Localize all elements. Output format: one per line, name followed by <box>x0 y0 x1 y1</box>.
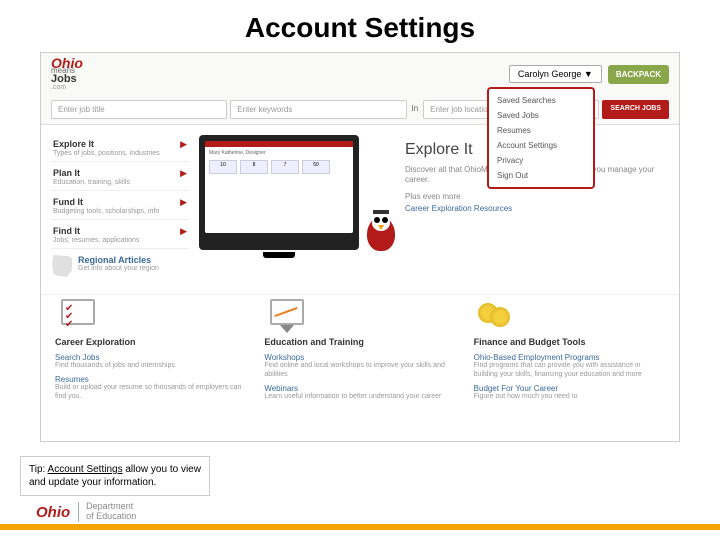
regional-sub: Get info about your region <box>78 265 159 272</box>
col-title: Career Exploration <box>55 337 246 347</box>
link-webinars[interactable]: Webinars <box>264 384 455 393</box>
user-area: Carolyn George ▼ BACKPACK Saved Searches… <box>509 65 669 84</box>
link-search-jobs[interactable]: Search Jobs <box>55 353 246 362</box>
chevron-right-icon: ▶ <box>180 197 187 208</box>
user-menu-button[interactable]: Carolyn George ▼ <box>509 65 602 83</box>
sidebar-title: Explore It <box>53 139 180 149</box>
keywords-input[interactable]: Enter keywords <box>230 100 406 119</box>
sidebar-find[interactable]: Find It Jobs, resumes, applications ▶ <box>51 222 189 249</box>
dropdown-saved-jobs[interactable]: Saved Jobs <box>489 108 593 123</box>
chevron-right-icon: ▶ <box>180 226 187 237</box>
sidebar: Explore It Types of jobs, positions, ind… <box>51 135 189 281</box>
sidebar-sub: Budgeting tools, scholarships, info <box>53 208 180 215</box>
dropdown-privacy[interactable]: Privacy <box>489 153 593 168</box>
presentation-chart-icon <box>264 297 312 333</box>
chevron-right-icon: ▶ <box>180 139 187 150</box>
col-sub: Find online and local workshops to impro… <box>264 362 455 380</box>
sidebar-sub: Types of jobs, positions, industries <box>53 150 180 157</box>
cardinal-mascot-icon <box>367 209 397 251</box>
monitor-graphic: Mary Katherine, Designer 108750 <box>199 135 359 250</box>
footer-dept2: of Education <box>86 512 136 522</box>
link-budget-career[interactable]: Budget For Your Career <box>474 384 665 393</box>
explore-link[interactable]: Career Exploration Resources <box>405 204 669 213</box>
link-workshops[interactable]: Workshops <box>264 353 455 362</box>
search-jobs-button[interactable]: SEARCH JOBS <box>602 100 669 119</box>
checklist-icon: ✔ ✔ ✔ <box>55 297 103 333</box>
dropdown-resumes[interactable]: Resumes <box>489 123 593 138</box>
info-columns: ✔ ✔ ✔ Career Exploration Search Jobs Fin… <box>41 294 679 403</box>
sidebar-sub: Jobs, resumes, applications <box>53 237 180 244</box>
topbar: Ohio means Jobs .com Carolyn George ▼ BA… <box>41 53 679 95</box>
link-resumes[interactable]: Resumes <box>55 375 246 384</box>
search-in-label: In <box>410 100 421 119</box>
user-dropdown: Saved Searches Saved Jobs Resumes Accoun… <box>487 87 595 189</box>
sidebar-regional[interactable]: Regional Articles Get info about your re… <box>51 251 189 281</box>
col-title: Finance and Budget Tools <box>474 337 665 347</box>
job-title-input[interactable]: Enter job title <box>51 100 227 119</box>
app-screenshot: Ohio means Jobs .com Carolyn George ▼ BA… <box>40 52 680 442</box>
site-logo[interactable]: Ohio means Jobs .com <box>51 58 83 91</box>
tip-prefix: Tip: <box>29 464 48 475</box>
col-sub: Learn useful information to better under… <box>264 393 455 402</box>
link-employment-programs[interactable]: Ohio-Based Employment Programs <box>474 353 665 362</box>
footer-ohio: Ohio <box>36 504 70 521</box>
logo-com: .com <box>51 85 83 91</box>
chevron-right-icon: ▶ <box>180 168 187 179</box>
col-finance: Finance and Budget Tools Ohio-Based Empl… <box>474 297 665 401</box>
dropdown-sign-out[interactable]: Sign Out <box>489 168 593 183</box>
col-sub: Figure out how much you need to <box>474 393 665 402</box>
dropdown-account-settings[interactable]: Account Settings <box>489 138 593 153</box>
explore-more: Plus even more <box>405 192 669 201</box>
tip-em: Account Settings <box>48 464 123 475</box>
coins-icon <box>474 297 522 333</box>
col-education: Education and Training Workshops Find on… <box>264 297 455 401</box>
col-sub: Find thousands of jobs and internships <box>55 362 246 371</box>
footer-dept: Department of Education <box>78 502 136 522</box>
col-title: Education and Training <box>264 337 455 347</box>
monitor-username: Mary Katherine, Designer <box>209 150 349 156</box>
col-sub: Build or upload your resume so thousands… <box>55 384 246 402</box>
col-career: ✔ ✔ ✔ Career Exploration Search Jobs Fin… <box>55 297 246 401</box>
ohio-map-icon <box>51 255 73 277</box>
sidebar-plan[interactable]: Plan It Education, training, skills ▶ <box>51 164 189 191</box>
dropdown-saved-searches[interactable]: Saved Searches <box>489 93 593 108</box>
backpack-button[interactable]: BACKPACK <box>608 65 669 84</box>
sidebar-sub: Education, training, skills <box>53 179 180 186</box>
tip-box: Tip: Account Settings allow you to view … <box>20 456 210 496</box>
col-sub: Find programs that can provide you with … <box>474 362 665 380</box>
slide-title: Account Settings <box>0 12 720 44</box>
hero-section: Mary Katherine, Designer 108750 Explore … <box>199 135 669 281</box>
sidebar-title: Find It <box>53 226 180 236</box>
sidebar-title: Plan It <box>53 168 180 178</box>
footer-logo: Ohio Department of Education <box>36 502 136 522</box>
sidebar-title: Fund It <box>53 197 180 207</box>
sidebar-fund[interactable]: Fund It Budgeting tools, scholarships, i… <box>51 193 189 220</box>
footer-bar <box>0 524 720 530</box>
regional-title: Regional Articles <box>78 255 159 265</box>
sidebar-explore[interactable]: Explore It Types of jobs, positions, ind… <box>51 135 189 162</box>
